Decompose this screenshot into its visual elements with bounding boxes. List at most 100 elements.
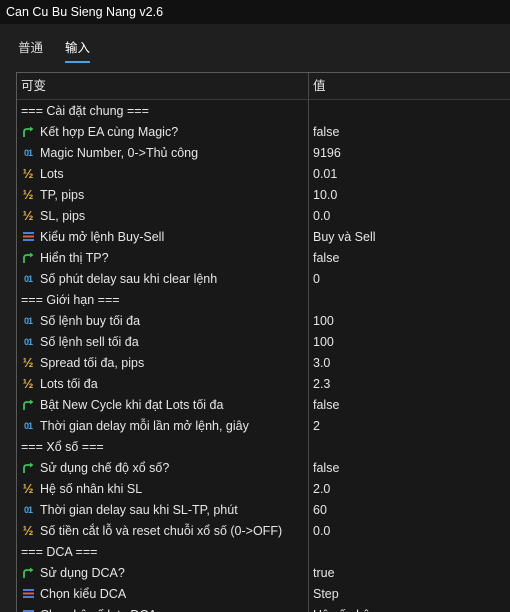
table-row[interactable]: Sử dụng chế độ xổ số?false — [17, 457, 510, 478]
variable-label: Chọn hệ số lots DCA — [40, 608, 157, 612]
table-row[interactable]: 01Thời gian delay sau khi SL-TP, phút60 — [17, 499, 510, 520]
section-row[interactable]: === Xổ số === — [17, 436, 510, 457]
variable-label: Lots tối đa — [40, 377, 98, 391]
table-row[interactable]: Kết hợp EA cùng Magic? false — [17, 121, 510, 142]
table-row[interactable]: ½ Số tiền cắt lỗ và reset chuỗi xổ số (0-… — [17, 520, 510, 541]
table-row[interactable]: 01Số lệnh buy tối đa100 — [17, 310, 510, 331]
variable-cell: ½ TP, pips — [17, 184, 309, 205]
table-row[interactable]: ½SL, pips 0.0 — [17, 205, 510, 226]
double-icon: ½ — [21, 167, 35, 181]
tab-bar: 普通 输入 — [0, 28, 510, 60]
section-row[interactable]: === Giới hạn === — [17, 289, 510, 310]
table-row[interactable]: ½Lots tối đa2.3 — [17, 373, 510, 394]
value-cell[interactable]: 3.0 — [309, 352, 510, 373]
variable-label: Hệ số nhân khi SL — [40, 482, 142, 496]
variable-label: Sử dụng DCA? — [40, 566, 125, 580]
table-row[interactable]: ½Spread tối đa, pips3.0 — [17, 352, 510, 373]
value-cell[interactable]: Step — [309, 583, 510, 604]
section-row[interactable]: === Cài đặt chung === — [17, 100, 510, 121]
value-cell[interactable]: 0.0 — [309, 520, 510, 541]
int-icon: 01 — [21, 146, 35, 160]
value-cell[interactable]: false — [309, 457, 510, 478]
table-row[interactable]: ½Lots0.01 — [17, 163, 510, 184]
table-row[interactable]: Hiển thị TP?false — [17, 247, 510, 268]
value-text: 100 — [313, 335, 334, 349]
value-cell[interactable]: 60 — [309, 499, 510, 520]
value-text: 0.0 — [313, 209, 330, 223]
table-row[interactable]: ½Hệ số nhân khi SL2.0 — [17, 478, 510, 499]
variable-cell: Sử dụng chế độ xổ số? — [17, 457, 309, 478]
value-cell[interactable]: 100 — [309, 331, 510, 352]
value-text: 0.0 — [313, 524, 330, 538]
variable-label: === Cài đặt chung === — [21, 104, 149, 118]
enum-icon — [21, 230, 35, 244]
variable-label: Thời gian delay sau khi SL-TP, phút — [40, 503, 238, 517]
double-icon: ½ — [21, 188, 35, 202]
variable-cell: === Giới hạn === — [17, 289, 309, 310]
tab-common-label: 普通 — [18, 41, 43, 55]
value-cell[interactable]: 0.0 — [309, 205, 510, 226]
variable-label: === DCA === — [21, 545, 97, 559]
value-cell[interactable]: 10.0 — [309, 184, 510, 205]
value-text: false — [313, 398, 339, 412]
value-cell[interactable]: false — [309, 121, 510, 142]
table-row[interactable]: ½ TP, pips 10.0 — [17, 184, 510, 205]
variable-label: Kết hợp EA cùng Magic? — [40, 125, 178, 139]
column-header-value[interactable]: 值 — [309, 73, 510, 99]
variable-label: === Giới hạn === — [21, 293, 120, 307]
bool-arrow-icon — [21, 125, 35, 139]
value-text: Buy và Sell — [313, 230, 376, 244]
variable-cell: Kết hợp EA cùng Magic? — [17, 121, 309, 142]
variable-label: Bật New Cycle khi đạt Lots tối đa — [40, 398, 223, 412]
variable-cell: 01Magic Number, 0->Thủ công — [17, 142, 309, 163]
table-row[interactable]: 01Số lệnh sell tối đa100 — [17, 331, 510, 352]
value-cell[interactable]: false — [309, 394, 510, 415]
table-row[interactable]: 01Thời gian delay mỗi lần mở lệnh, giây2 — [17, 415, 510, 436]
variable-cell: === DCA === — [17, 541, 309, 562]
table-body: === Cài đặt chung === Kết hợp EA cùng Mag… — [17, 100, 510, 612]
value-cell[interactable]: false — [309, 247, 510, 268]
value-text: 9196 — [313, 146, 341, 160]
table-header: 可变 值 — [17, 73, 510, 100]
variable-cell: === Xổ số === — [17, 436, 309, 457]
variable-cell: 01Số phút delay sau khi clear lệnh — [17, 268, 309, 289]
table-row[interactable]: 01Số phút delay sau khi clear lệnh 0 — [17, 268, 510, 289]
value-cell — [309, 436, 510, 457]
table-row[interactable]: Chọn kiểu DCAStep — [17, 583, 510, 604]
value-text: false — [313, 125, 339, 139]
value-cell[interactable]: 0 — [309, 268, 510, 289]
variable-label: Số tiền cắt lỗ và reset chuỗi xổ số (0->… — [40, 524, 282, 538]
variable-cell: Chọn kiểu DCA — [17, 583, 309, 604]
variable-label: Kiểu mở lệnh Buy-Sell — [40, 230, 164, 244]
value-cell[interactable]: true — [309, 562, 510, 583]
table-row[interactable]: 01Magic Number, 0->Thủ công 9196 — [17, 142, 510, 163]
value-cell[interactable]: 2.0 — [309, 478, 510, 499]
table-row[interactable]: Sử dụng DCA? true — [17, 562, 510, 583]
section-row[interactable]: === DCA === — [17, 541, 510, 562]
value-cell[interactable]: 2.3 — [309, 373, 510, 394]
value-cell[interactable]: 0.01 — [309, 163, 510, 184]
bool-arrow-icon — [21, 398, 35, 412]
variable-label: === Xổ số === — [21, 440, 104, 454]
value-cell[interactable]: Buy và Sell — [309, 226, 510, 247]
inputs-table: 可变 值 === Cài đặt chung === Kết hợp EA cùn… — [16, 72, 510, 612]
value-cell[interactable]: 2 — [309, 415, 510, 436]
value-cell[interactable]: 100 — [309, 310, 510, 331]
double-icon: ½ — [21, 524, 35, 538]
variable-cell: ½SL, pips — [17, 205, 309, 226]
column-header-variable[interactable]: 可变 — [17, 73, 309, 99]
int-icon: 01 — [21, 272, 35, 286]
tab-inputs[interactable]: 输入 — [65, 37, 90, 56]
tab-common[interactable]: 普通 — [18, 37, 43, 56]
window-title: Can Cu Bu Sieng Nang v2.6 — [0, 0, 510, 24]
variable-label: TP, pips — [40, 188, 84, 202]
value-text: 3.0 — [313, 356, 330, 370]
value-cell[interactable]: 9196 — [309, 142, 510, 163]
table-row[interactable]: Bật New Cycle khi đạt Lots tối đa false — [17, 394, 510, 415]
value-text: false — [313, 251, 339, 265]
bool-arrow-icon — [21, 461, 35, 475]
value-cell — [309, 541, 510, 562]
table-row[interactable]: Kiểu mở lệnh Buy-Sell Buy và Sell — [17, 226, 510, 247]
variable-cell: 01Thời gian delay mỗi lần mở lệnh, giây — [17, 415, 309, 436]
value-text: 0 — [313, 272, 320, 286]
